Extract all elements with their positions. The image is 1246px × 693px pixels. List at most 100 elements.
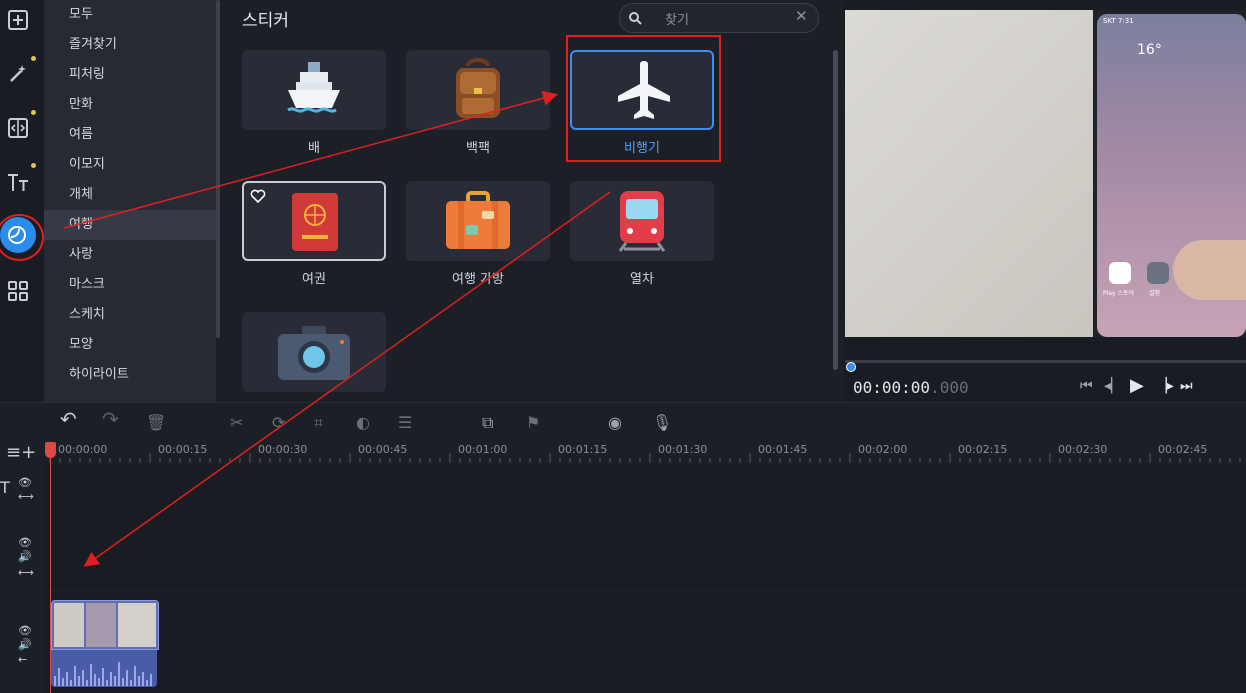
category-item-travel[interactable]: 여행 (44, 210, 216, 240)
sticker-suitcase[interactable] (406, 181, 550, 261)
video-clip[interactable] (51, 600, 159, 650)
speaker-icon[interactable]: 🔊 (18, 638, 32, 651)
go-end-icon[interactable]: ⏭ (1180, 378, 1193, 394)
next-frame-icon[interactable]: ▕▸ (1156, 378, 1174, 394)
category-item[interactable]: 즐겨찾기 (44, 30, 216, 60)
search-box[interactable]: 찾기 ✕ (619, 3, 819, 33)
preview-seekbar[interactable] (845, 360, 1246, 363)
ruler-label: 00:02:30 (1058, 443, 1108, 456)
color-adjust-icon[interactable]: ◐ (356, 415, 370, 431)
category-item[interactable]: 스케치 (44, 300, 216, 330)
delete-icon[interactable]: 🗑 (146, 415, 166, 431)
sticker-train[interactable] (570, 181, 714, 261)
sticker-ship[interactable] (242, 50, 386, 130)
timecode-ms: .000 (930, 378, 969, 397)
sticker-backpack[interactable] (406, 50, 550, 130)
category-item[interactable]: 하이라이트 (44, 360, 216, 390)
import-icon[interactable] (4, 6, 32, 34)
category-item[interactable]: 피처링 (44, 60, 216, 90)
transition-wizard-icon[interactable]: ⧉ (482, 415, 493, 431)
sticker-camera[interactable] (242, 312, 386, 392)
search-icon (629, 12, 642, 25)
arrow-left-icon[interactable]: ← (18, 653, 27, 666)
category-item[interactable]: 마스크 (44, 270, 216, 300)
playhead-handle[interactable] (45, 442, 56, 458)
go-start-icon[interactable]: ⏮ (1080, 378, 1093, 394)
speaker-icon[interactable]: 🔊 (18, 550, 32, 563)
category-item[interactable]: 개체 (44, 180, 216, 210)
eye-icon[interactable]: 👁 (18, 536, 32, 549)
category-item[interactable]: 모두 (44, 0, 216, 30)
phone-temp: 16° (1137, 42, 1162, 58)
clip-thumbnail (86, 603, 116, 647)
sticker-label: 백팩 (466, 141, 490, 156)
tool-rail (0, 0, 44, 402)
play-store-icon (1109, 262, 1131, 284)
train-icon (618, 191, 666, 252)
video-background (845, 10, 1093, 337)
search-input[interactable]: 찾기 (665, 9, 689, 28)
link-icon[interactable]: ⟷ (18, 490, 34, 503)
timecode: 00:00:00.000 (853, 378, 969, 397)
overlay-track[interactable] (44, 524, 1246, 590)
redo-icon[interactable]: ↷ (102, 409, 119, 429)
seek-handle[interactable] (846, 362, 856, 372)
camera-icon (278, 326, 350, 380)
title-track-icon: T (0, 478, 10, 497)
timeline-ruler[interactable]: 00:00:00 00:00:15 00:00:30 00:00:45 00:01:00… (44, 440, 1246, 464)
category-item[interactable]: 사랑 (44, 240, 216, 270)
rotate-icon[interactable]: ⟳ (272, 415, 285, 431)
sticker-scrollbar[interactable] (833, 50, 838, 370)
heart-icon[interactable] (250, 189, 266, 203)
add-track-icon[interactable]: ≡+ (6, 442, 36, 463)
audio-waveform (54, 662, 152, 686)
more-tools-icon[interactable] (4, 277, 32, 305)
transition-icon[interactable] (4, 114, 32, 142)
ruler-label: 00:00:00 (58, 443, 108, 456)
new-badge-dot (31, 110, 36, 115)
record-screen-icon[interactable]: ◉ (608, 415, 622, 431)
microphone-icon[interactable]: 🎙 (652, 415, 672, 431)
clip-thumbnail (118, 603, 156, 647)
marker-flag-icon[interactable]: ⚑ (526, 415, 540, 431)
eye-icon[interactable]: 👁 (18, 476, 32, 489)
ruler-label: 00:02:45 (1158, 443, 1208, 456)
category-item[interactable]: 여름 (44, 120, 216, 150)
phone-app-label: Play 스토어 (1103, 290, 1134, 297)
new-badge-dot (31, 163, 36, 168)
sticker-label: 여권 (302, 272, 326, 287)
category-item[interactable]: 모양 (44, 330, 216, 360)
passport-icon (292, 193, 338, 251)
track-headers: ≡+ T 👁 ⟷ 👁 🔊 ⟷ 👁 🔊 ← (0, 440, 44, 693)
clip-thumbnail (54, 603, 84, 647)
eye-icon[interactable]: 👁 (18, 624, 32, 637)
prev-frame-icon[interactable]: ◂▏ (1104, 378, 1122, 394)
clear-search-icon[interactable]: ✕ (795, 7, 808, 25)
suitcase-icon (446, 191, 510, 249)
settings-icon (1147, 262, 1169, 284)
clip-properties-icon[interactable]: ☰ (398, 415, 412, 431)
cut-icon[interactable]: ✂ (230, 415, 243, 431)
ruler-label: 00:02:15 (958, 443, 1008, 456)
titles-icon[interactable] (4, 168, 32, 196)
title-track[interactable] (44, 464, 1246, 522)
sticker-passport[interactable] (242, 181, 386, 261)
magic-wand-icon[interactable] (4, 60, 32, 88)
category-item[interactable]: 이모지 (44, 150, 216, 180)
sticker-label: 배 (308, 141, 320, 156)
sticker-label: 열차 (630, 272, 654, 287)
category-item[interactable]: 만화 (44, 90, 216, 120)
crop-icon[interactable]: ⌗ (314, 415, 323, 431)
undo-icon[interactable]: ↶ (60, 409, 77, 429)
ruler-label: 00:01:45 (758, 443, 808, 456)
ruler-label: 00:00:45 (358, 443, 408, 456)
ruler-label: 00:01:30 (658, 443, 708, 456)
link-icon[interactable]: ⟷ (18, 566, 34, 579)
main-video-track[interactable] (44, 592, 1246, 693)
new-badge-dot (31, 56, 36, 61)
video-preview: SKT 7:31 16° Play 스토어 설정 (845, 10, 1246, 337)
play-icon[interactable]: ▶ (1130, 375, 1144, 396)
annotation-circle (0, 214, 44, 261)
audio-clip[interactable] (51, 650, 157, 687)
phone-status: SKT 7:31 (1103, 17, 1134, 25)
